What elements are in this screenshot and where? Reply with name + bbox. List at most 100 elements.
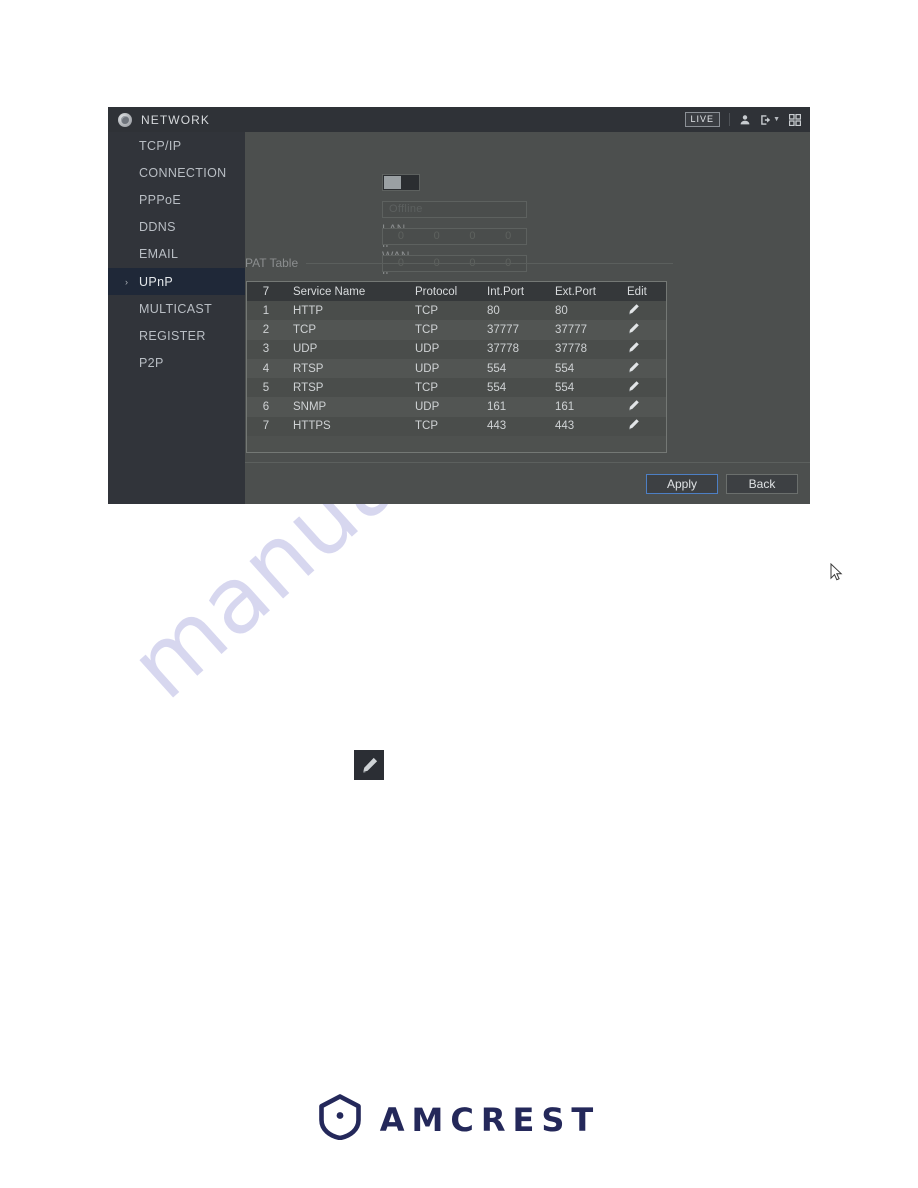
column-header-int-port: Int.Port bbox=[487, 285, 525, 298]
sidebar-item-label: EMAIL bbox=[139, 247, 179, 262]
sidebar-item-label: DDNS bbox=[139, 220, 176, 235]
row-index: 4 bbox=[262, 362, 270, 375]
table-row[interactable]: 3 UDP UDP 37778 37778 bbox=[247, 339, 666, 359]
lan-ip-label: LAN IP bbox=[245, 222, 405, 250]
row-service-name: RTSP bbox=[293, 362, 324, 375]
sidebar-item-label: MULTICAST bbox=[139, 301, 213, 316]
logout-icon[interactable]: ▼ bbox=[760, 114, 780, 126]
table-row[interactable]: 4 RTSP UDP 554 554 bbox=[247, 358, 666, 379]
row-protocol: UDP bbox=[415, 362, 440, 375]
sidebar-item-connection[interactable]: CONNECTION bbox=[108, 159, 245, 186]
column-header-ext-port: Ext.Port bbox=[555, 285, 596, 298]
pencil-icon[interactable] bbox=[627, 399, 640, 412]
back-button[interactable]: Back bbox=[726, 473, 798, 494]
row-ext-port: 161 bbox=[555, 401, 575, 414]
section-divider bbox=[306, 262, 673, 264]
row-service-name: UDP bbox=[293, 343, 318, 356]
apply-button[interactable]: Apply bbox=[646, 473, 718, 494]
lan-ip-row: LAN IP 0 0 0 0 bbox=[245, 222, 527, 250]
row-ext-port: 554 bbox=[555, 381, 575, 394]
row-index: 5 bbox=[262, 381, 270, 394]
row-index: 6 bbox=[262, 401, 270, 414]
row-int-port: 161 bbox=[487, 401, 507, 414]
pencil-icon[interactable] bbox=[627, 361, 640, 374]
titlebar-right-group: LIVE ▼ bbox=[684, 107, 801, 132]
row-int-port: 37777 bbox=[487, 323, 519, 336]
row-ext-port: 37778 bbox=[555, 343, 587, 356]
sidebar-item-email[interactable]: EMAIL bbox=[108, 241, 245, 268]
table-row[interactable]: 1 HTTP TCP 80 80 bbox=[247, 301, 666, 321]
row-index: 2 bbox=[262, 323, 270, 336]
lan-ip-field: 0 0 0 0 bbox=[382, 227, 527, 245]
sidebar-item-upnp[interactable]: › UPnP bbox=[108, 267, 245, 296]
row-protocol: UDP bbox=[415, 401, 440, 414]
row-int-port: 443 bbox=[487, 420, 507, 433]
row-service-name: RTSP bbox=[293, 381, 324, 394]
sidebar-item-register[interactable]: REGISTER bbox=[108, 322, 245, 349]
row-protocol: TCP bbox=[415, 304, 438, 317]
window-footer: Apply Back bbox=[245, 462, 810, 504]
column-header-edit: Edit bbox=[627, 285, 647, 298]
row-int-port: 554 bbox=[487, 381, 507, 394]
row-ext-port: 443 bbox=[555, 420, 575, 433]
lan-ip-octet: 0 bbox=[505, 230, 512, 242]
sidebar-item-label: REGISTER bbox=[139, 328, 206, 343]
pat-table-section-header: PAT Table bbox=[245, 256, 673, 270]
row-int-port: 80 bbox=[487, 304, 500, 317]
sidebar-item-p2p[interactable]: P2P bbox=[108, 350, 245, 377]
chevron-right-icon: › bbox=[125, 276, 129, 287]
pencil-icon[interactable] bbox=[627, 303, 640, 316]
mouse-cursor bbox=[830, 562, 843, 585]
amcrest-brand: AMCREST bbox=[0, 1094, 918, 1145]
row-ext-port: 37777 bbox=[555, 323, 587, 336]
pencil-icon-button[interactable] bbox=[354, 750, 384, 780]
lan-ip-octet: 0 bbox=[397, 230, 404, 242]
settings-sidebar: TCP/IP CONNECTION PPPoE DDNS EMAIL › UPn… bbox=[108, 132, 245, 504]
sidebar-item-multicast[interactable]: MULTICAST bbox=[108, 295, 245, 322]
sidebar-item-label: P2P bbox=[139, 356, 164, 371]
pat-table-label: PAT Table bbox=[245, 256, 299, 270]
pencil-icon[interactable] bbox=[627, 380, 640, 393]
table-row[interactable]: 2 TCP TCP 37777 37777 bbox=[247, 320, 666, 340]
row-protocol: TCP bbox=[415, 323, 438, 336]
sidebar-item-pppoe[interactable]: PPPoE bbox=[108, 186, 245, 213]
grid-apps-icon[interactable] bbox=[789, 113, 801, 126]
pat-row: PAT bbox=[245, 172, 420, 192]
live-badge[interactable]: LIVE bbox=[684, 112, 721, 127]
user-icon[interactable] bbox=[739, 114, 751, 126]
row-service-name: HTTP bbox=[293, 304, 324, 317]
pat-toggle-knob bbox=[384, 175, 401, 189]
row-int-port: 554 bbox=[487, 362, 507, 375]
row-int-port: 37778 bbox=[487, 343, 519, 356]
status-row: Status Offline bbox=[245, 199, 527, 219]
row-index: 3 bbox=[262, 343, 270, 356]
pencil-icon[interactable] bbox=[627, 322, 640, 335]
sidebar-item-ddns[interactable]: DDNS bbox=[108, 214, 245, 241]
pencil-icon[interactable] bbox=[627, 341, 640, 354]
table-row[interactable]: 5 RTSP TCP 554 554 bbox=[247, 378, 666, 398]
row-service-name: HTTPS bbox=[293, 420, 331, 433]
row-index: 7 bbox=[262, 420, 270, 433]
table-row[interactable]: 6 SNMP UDP 161 161 bbox=[247, 397, 666, 417]
table-row[interactable]: 7 HTTPS TCP 443 443 bbox=[247, 416, 666, 437]
status-value: Offline bbox=[382, 200, 527, 218]
amcrest-globe-icon bbox=[118, 112, 132, 127]
pat-label: PAT bbox=[245, 175, 404, 189]
amcrest-wordmark: AMCREST bbox=[379, 1100, 601, 1139]
row-ext-port: 80 bbox=[555, 304, 568, 317]
pencil-icon bbox=[360, 756, 379, 775]
sidebar-item-label: CONNECTION bbox=[139, 165, 227, 180]
chevron-down-icon[interactable]: ▼ bbox=[773, 116, 780, 123]
column-header-protocol: Protocol bbox=[415, 285, 458, 298]
pencil-icon[interactable] bbox=[627, 418, 640, 431]
pat-toggle[interactable] bbox=[382, 173, 420, 191]
table-header-row: 7 Service Name Protocol Int.Port Ext.Por… bbox=[247, 282, 666, 301]
row-index: 1 bbox=[262, 304, 270, 317]
window-titlebar: NETWORK LIVE ▼ bbox=[108, 107, 810, 132]
row-ext-port: 554 bbox=[555, 362, 575, 375]
lan-ip-octet: 0 bbox=[433, 230, 440, 242]
lan-ip-octet: 0 bbox=[469, 230, 476, 242]
status-label: Status bbox=[245, 202, 416, 216]
sidebar-item-tcpip[interactable]: TCP/IP bbox=[108, 132, 245, 159]
sidebar-item-label: UPnP bbox=[139, 274, 174, 289]
